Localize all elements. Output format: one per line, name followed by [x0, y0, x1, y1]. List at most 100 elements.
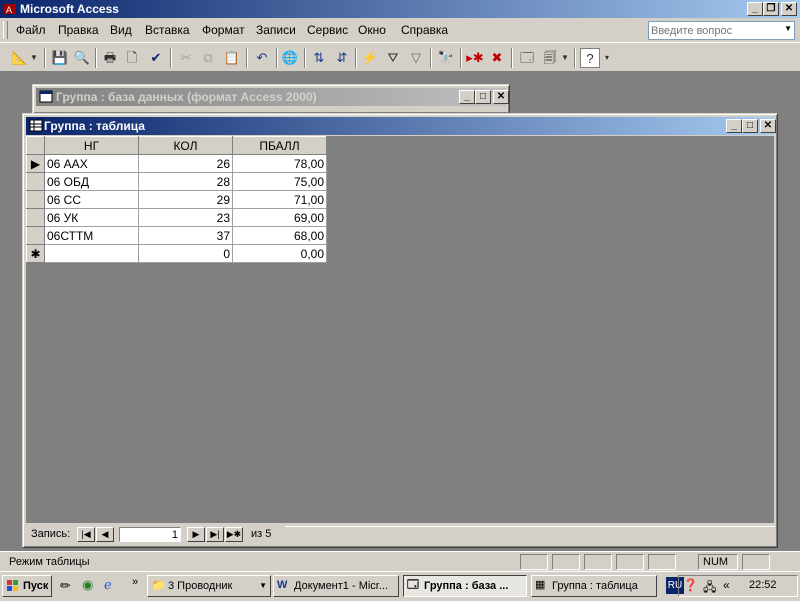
table-row[interactable]: 06 СС 29 71,00	[26, 190, 327, 209]
help-icon[interactable]: ?	[580, 48, 600, 68]
column-header-ng[interactable]: НГ	[44, 136, 139, 155]
paste-icon[interactable]: 📋	[222, 48, 242, 68]
chevron-down-icon[interactable]: ▼	[784, 24, 792, 33]
cell-kol[interactable]: 37	[138, 226, 233, 245]
taskbar-explorer-button[interactable]: 📁 3 Проводник ▼	[147, 575, 271, 597]
db-close-button[interactable]: ✕	[493, 90, 509, 104]
current-record-indicator[interactable]: ▶	[26, 154, 45, 173]
previous-record-button[interactable]: ◀	[96, 527, 114, 542]
cell-pball[interactable]: 78,00	[232, 154, 327, 173]
record-number-input[interactable]	[119, 527, 181, 542]
cut-icon[interactable]: ✂	[176, 48, 196, 68]
menu-insert[interactable]: Вставка	[145, 23, 190, 37]
menu-edit[interactable]: Правка	[58, 23, 99, 37]
new-record-icon[interactable]: ▸✱	[465, 48, 485, 68]
cell-ng[interactable]: 06 СС	[44, 190, 139, 209]
last-record-button[interactable]: ▶|	[206, 527, 224, 542]
hyperlink-icon[interactable]: 🌐	[280, 48, 300, 68]
start-button[interactable]: Пуск	[2, 575, 52, 597]
spelling-icon[interactable]: ✔	[146, 48, 166, 68]
next-record-button[interactable]: ▶	[187, 527, 205, 542]
menu-format[interactable]: Формат	[202, 23, 245, 37]
table-window-title-bar[interactable]: Группа : таблица _ □ ✕	[26, 117, 776, 135]
first-record-button[interactable]: |◀	[77, 527, 95, 542]
db-maximize-button[interactable]: □	[475, 90, 491, 104]
quicklaunch-publisher-icon[interactable]: ◉	[82, 577, 100, 593]
database-window-icon[interactable]: 🗔	[517, 48, 537, 68]
save-icon[interactable]: 💾	[50, 48, 70, 68]
menu-grip[interactable]	[3, 21, 8, 39]
access-key-icon[interactable]: A	[3, 2, 17, 16]
ask-question-box[interactable]: ▼	[648, 21, 795, 40]
cell-ng[interactable]: 06 ААХ	[44, 154, 139, 173]
cell-pball[interactable]: 69,00	[232, 208, 327, 227]
horizontal-scrollbar-track[interactable]	[285, 526, 775, 545]
quicklaunch-pencil-icon[interactable]: ✏	[60, 578, 78, 594]
database-window[interactable]: Группа : база данных (формат Access 2000…	[32, 84, 510, 114]
table-row[interactable]: 06СТТМ 37 68,00	[26, 226, 327, 245]
network-tray-icon[interactable]: 🖧	[703, 578, 716, 599]
menu-tools[interactable]: Сервис	[307, 23, 348, 37]
internet-explorer-icon[interactable]: ℯ	[104, 577, 122, 593]
sort-descending-icon[interactable]: ⇵	[332, 48, 352, 68]
column-header-pball[interactable]: ПБАЛЛ	[232, 136, 327, 155]
cell-pball[interactable]: 75,00	[232, 172, 327, 191]
table-window[interactable]: Группа : таблица _ □ ✕ НГ КОЛ ПБАЛЛ ▶ 06…	[22, 113, 778, 548]
select-all-corner[interactable]	[26, 136, 45, 155]
view-mode-icon[interactable]: 📐	[10, 48, 30, 68]
print-icon[interactable]: 🖶	[100, 48, 120, 68]
table-row[interactable]: 06 ОБД 28 75,00	[26, 172, 327, 191]
chevron-down-icon[interactable]: ▼	[560, 48, 570, 68]
menu-file[interactable]: Файл	[16, 23, 46, 37]
restore-button[interactable]: ❐	[763, 2, 779, 16]
cell-kol[interactable]: 23	[138, 208, 233, 227]
chevron-down-icon[interactable]: ▼	[29, 48, 39, 68]
minimize-button[interactable]: _	[747, 2, 763, 16]
taskbar-word-button[interactable]: W Документ1 - Micr...	[273, 575, 399, 597]
menu-view[interactable]: Вид	[110, 23, 132, 37]
cell-kol[interactable]: 29	[138, 190, 233, 209]
filter-by-form-icon[interactable]: ⛛	[383, 48, 403, 68]
search-file-icon[interactable]: 🔍	[72, 48, 92, 68]
new-record-button[interactable]: ▶✱	[225, 527, 243, 542]
row-selector[interactable]	[26, 226, 45, 245]
new-record-indicator[interactable]: ✱	[26, 244, 45, 263]
cell-pball[interactable]: 68,00	[232, 226, 327, 245]
menu-records[interactable]: Записи	[256, 23, 296, 37]
cell-kol[interactable]: 0	[138, 244, 233, 263]
column-header-kol[interactable]: КОЛ	[138, 136, 233, 155]
delete-record-icon[interactable]: ✖	[487, 48, 507, 68]
new-record-row[interactable]: ✱ 0 0,00	[26, 244, 327, 263]
table-close-button[interactable]: ✕	[760, 119, 776, 133]
expand-tray-icon[interactable]: «	[723, 578, 730, 592]
cell-ng[interactable]: 06 ОБД	[44, 172, 139, 191]
cell-ng[interactable]: 06СТТМ	[44, 226, 139, 245]
help-tray-icon[interactable]: ❓	[683, 578, 698, 592]
database-window-title-bar[interactable]: Группа : база данных (формат Access 2000…	[36, 88, 509, 106]
filter-by-selection-icon[interactable]: ⚡	[360, 48, 380, 68]
table-row[interactable]: ▶ 06 ААХ 26 78,00	[26, 154, 327, 173]
cell-pball[interactable]: 71,00	[232, 190, 327, 209]
cell-ng[interactable]	[44, 244, 139, 263]
table-minimize-button[interactable]: _	[726, 119, 742, 133]
menu-help[interactable]: Справка	[401, 23, 448, 37]
ask-question-input[interactable]	[649, 22, 779, 39]
menu-window[interactable]: Окно	[358, 23, 386, 37]
row-selector[interactable]	[26, 172, 45, 191]
row-selector[interactable]	[26, 208, 45, 227]
cell-kol[interactable]: 28	[138, 172, 233, 191]
chevron-down-icon[interactable]: ▾	[602, 48, 612, 68]
table-row[interactable]: 06 УК 23 69,00	[26, 208, 327, 227]
undo-icon[interactable]: ↶	[252, 48, 272, 68]
copy-icon[interactable]: ⧉	[198, 48, 218, 68]
table-maximize-button[interactable]: □	[742, 119, 758, 133]
apply-filter-icon[interactable]: ▽	[406, 48, 426, 68]
close-button[interactable]: ✕	[781, 2, 797, 16]
cell-kol[interactable]: 26	[138, 154, 233, 173]
taskbar-table-button[interactable]: ▦ Группа : таблица	[531, 575, 657, 597]
cell-pball[interactable]: 0,00	[232, 244, 327, 263]
cell-ng[interactable]: 06 УК	[44, 208, 139, 227]
sort-ascending-icon[interactable]: ⇅	[309, 48, 329, 68]
print-preview-icon[interactable]: 🗋	[122, 48, 142, 68]
db-minimize-button[interactable]: _	[459, 90, 475, 104]
